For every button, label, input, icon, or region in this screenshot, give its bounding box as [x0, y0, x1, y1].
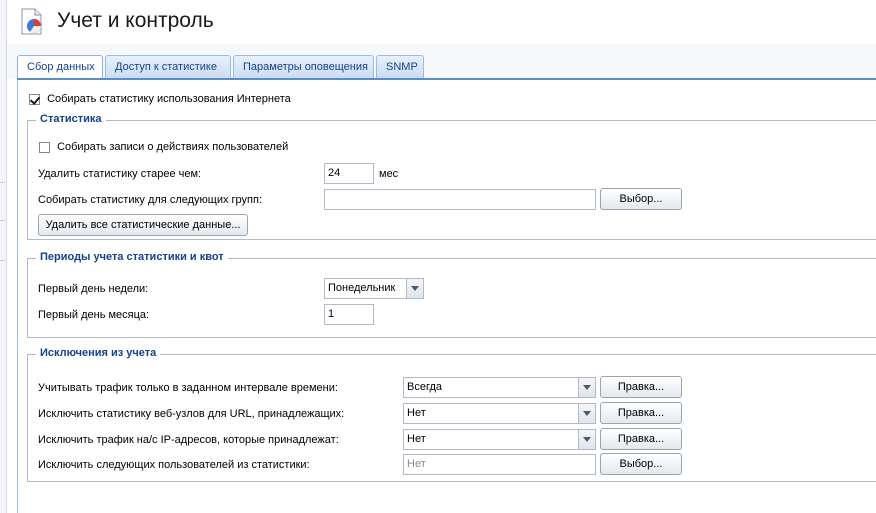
left-strip-tick [0, 220, 5, 221]
left-strip-tick [0, 182, 5, 183]
delete-older-label: Удалить статистику старее чем: [38, 168, 202, 180]
chevron-down-icon[interactable] [406, 279, 423, 298]
groups-input[interactable] [324, 189, 596, 210]
exclusion-ip-value: Нет [407, 433, 426, 445]
left-panel-strip [0, 0, 7, 513]
tab-content-panel: Собирать статистику использования Интерн… [17, 80, 876, 513]
exclusion-users-choose-button[interactable]: Выбор... [600, 453, 682, 475]
week-day-select[interactable]: Понедельник [324, 278, 424, 299]
left-strip-tick [0, 260, 5, 261]
chevron-down-icon[interactable] [578, 430, 595, 449]
collect-stats-row: Собирать статистику использования Интерн… [29, 93, 291, 105]
exclusion-time-select[interactable]: Всегда [403, 377, 596, 398]
report-app-icon [20, 8, 44, 36]
exclusion-ip-select[interactable]: Нет [403, 429, 596, 450]
week-day-label: Первый день недели: [38, 283, 149, 295]
exclusion-time-value: Всегда [407, 381, 443, 393]
exclusion-url-select[interactable]: Нет [403, 403, 596, 424]
exclusion-time-edit-button[interactable]: Правка... [600, 376, 682, 398]
exclusion-ip-edit-button[interactable]: Правка... [600, 428, 682, 450]
statistics-group: Статистика Собирать записи о действиях п… [27, 113, 876, 240]
exclusion-users-input[interactable]: Нет [403, 454, 596, 475]
tab-notifications[interactable]: Параметры оповещения [233, 55, 374, 78]
page-header: Учет и контроль [7, 0, 876, 44]
month-day-input[interactable]: 1 [324, 304, 374, 325]
exclusion-users-label: Исключить следующих пользователей из ста… [38, 459, 310, 471]
groups-choose-button[interactable]: Выбор... [600, 188, 682, 210]
groups-label: Собирать статистику для следующих групп: [38, 194, 263, 206]
month-day-label: Первый день месяца: [38, 309, 150, 321]
exclusions-group: Исключения из учета Учитывать трафик тол… [27, 347, 876, 482]
chevron-down-icon[interactable] [578, 404, 595, 423]
statistics-group-title: Статистика [36, 113, 106, 125]
record-actions-checkbox[interactable] [39, 141, 50, 153]
collect-stats-checkbox[interactable] [29, 93, 40, 105]
periods-group-title: Периоды учета статистики и квот [36, 251, 228, 263]
delete-all-stats-button[interactable]: Удалить все статистические данные... [38, 214, 248, 236]
periods-group: Периоды учета статистики и квот Первый д… [27, 251, 876, 338]
delete-older-input[interactable]: 24 [324, 163, 374, 184]
exclusion-ip-label: Исключить трафик на/с IP-адресов, которы… [38, 434, 339, 446]
tab-snmp[interactable]: SNMP [376, 55, 424, 78]
exclusion-time-label: Учитывать трафик только в заданном интер… [38, 382, 338, 394]
tab-stats-access[interactable]: Доступ к статистике [105, 55, 231, 78]
exclusion-url-label: Исключить статистику веб-узлов для URL, … [38, 408, 345, 420]
tab-data-collection[interactable]: Сбор данных [17, 55, 103, 80]
chevron-down-icon[interactable] [578, 378, 595, 397]
record-actions-row: Собирать записи о действиях пользователе… [39, 141, 288, 153]
delete-older-unit: мес [379, 168, 399, 180]
exclusions-group-title: Исключения из учета [36, 347, 161, 359]
exclusion-url-edit-button[interactable]: Правка... [600, 402, 682, 424]
page-title: Учет и контроль [57, 9, 214, 32]
exclusion-url-value: Нет [407, 407, 426, 419]
record-actions-label: Собирать записи о действиях пользователе… [57, 141, 289, 154]
collect-stats-label: Собирать статистику использования Интерн… [47, 93, 291, 106]
week-day-value: Понедельник [328, 282, 396, 294]
